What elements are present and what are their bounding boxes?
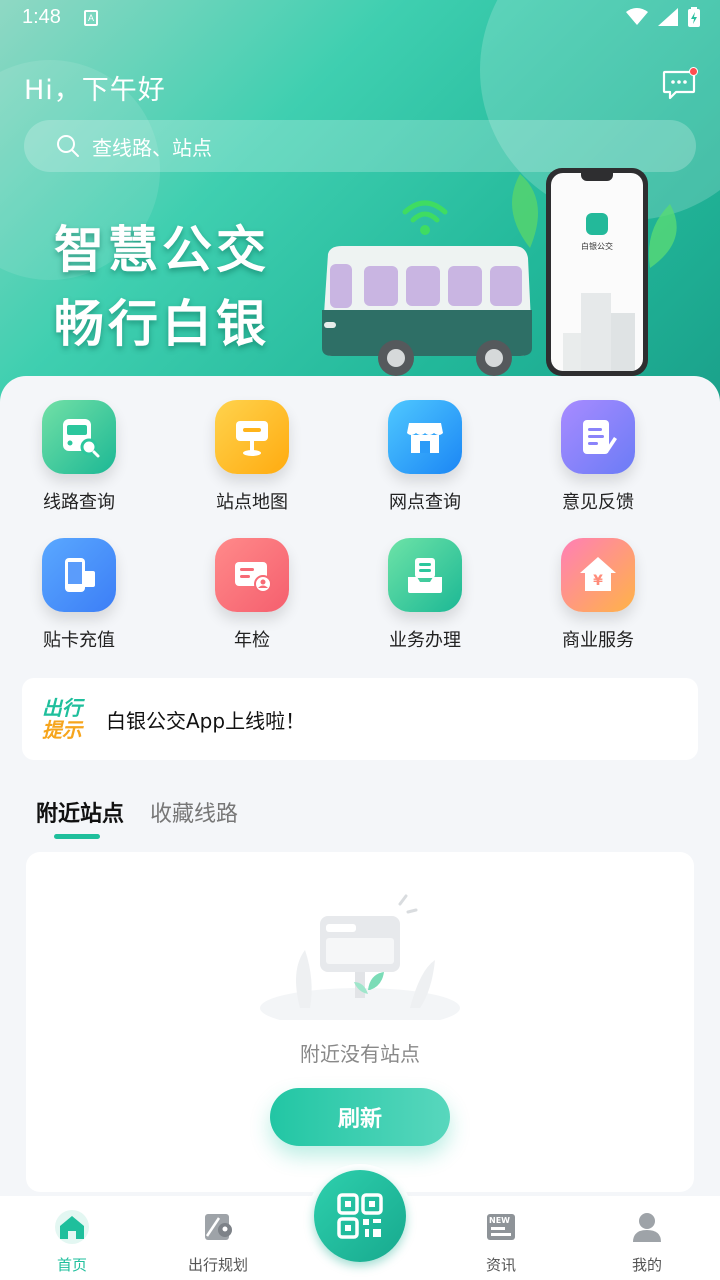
banner-slogan-line2: 畅行白银: [54, 295, 270, 353]
news-icon: NEW: [487, 1214, 515, 1240]
grid-item-outlet-query[interactable]: 网点查询: [340, 400, 510, 514]
notification-a-icon: A: [84, 10, 98, 26]
grid-label: 年检: [234, 630, 270, 651]
nav-home[interactable]: 首页: [17, 1210, 127, 1275]
travel-tip-badge: 出行 提示: [42, 697, 90, 741]
scan-qr-button[interactable]: [308, 1164, 412, 1268]
grid-label: 贴卡充值: [43, 630, 115, 651]
nav-label: 我的: [631, 1256, 662, 1274]
search-bar[interactable]: 查线路、站点: [24, 120, 696, 172]
grid-label: 网点查询: [389, 492, 461, 513]
nav-news[interactable]: NEW 资讯: [446, 1210, 556, 1275]
phone-card-icon: [42, 538, 116, 612]
status-time: 1:48: [22, 6, 61, 28]
battery-icon: [688, 7, 700, 27]
travel-notice[interactable]: 出行 提示 白银公交App上线啦！: [22, 678, 698, 760]
phone-illustration: 白银公交: [546, 168, 648, 376]
svg-text:¥: ¥: [593, 573, 603, 589]
grid-item-commercial-service[interactable]: ¥ 商业服务: [513, 538, 683, 652]
grid-label: 站点地图: [216, 492, 288, 513]
city-building: [611, 313, 635, 371]
grid-item-station-map[interactable]: 站点地图: [167, 400, 337, 514]
nav-trip-planning[interactable]: 出行规划: [163, 1210, 273, 1275]
grid-item-business-handling[interactable]: 业务办理: [340, 538, 510, 652]
nav-label: 出行规划: [187, 1256, 248, 1274]
city-building: [563, 333, 581, 371]
feedback-note-icon: [561, 400, 635, 474]
empty-message: 附近没有站点: [300, 1042, 420, 1066]
grid-item-route-query[interactable]: 线路查询: [0, 400, 164, 514]
grid-item-annual-inspection[interactable]: 年检: [167, 538, 337, 652]
grid-label: 商业服务: [562, 630, 634, 651]
nav-label: 资讯: [485, 1256, 516, 1274]
inbox-tray-icon: [388, 538, 462, 612]
city-building: [581, 293, 611, 371]
tab-nearby-stations[interactable]: 附近站点: [36, 796, 124, 839]
shop-yen-icon: ¥: [561, 538, 635, 612]
unread-dot: [689, 67, 698, 76]
badge-line1: 出行: [42, 696, 82, 720]
card-inspection-icon: [215, 538, 289, 612]
phone-screen: 白银公交: [551, 173, 643, 371]
grid-item-card-recharge[interactable]: 贴卡充值: [0, 538, 164, 652]
user-icon: [633, 1213, 661, 1242]
map-pin-icon: [205, 1214, 232, 1240]
refresh-button[interactable]: 刷新: [270, 1088, 450, 1146]
nav-mine[interactable]: 我的: [592, 1210, 702, 1275]
phone-notch: [581, 173, 613, 181]
qr-code-icon: [337, 1193, 383, 1239]
message-button[interactable]: [662, 67, 698, 100]
tab-favorite-routes[interactable]: 收藏线路: [150, 796, 238, 828]
grid-label: 线路查询: [43, 492, 115, 513]
phone-app-name: 白银公交: [581, 242, 613, 251]
grid-label: 业务办理: [389, 630, 461, 651]
grid-label: 意见反馈: [562, 492, 634, 513]
notice-text: 白银公交App上线啦！: [106, 708, 306, 733]
empty-state-card: 附近没有站点 刷新: [26, 852, 694, 1192]
svg-text:NEW: NEW: [489, 1216, 510, 1225]
greeting-text: Hi，下午好: [24, 75, 166, 106]
station-sign-icon: [215, 400, 289, 474]
bus-illustration-icon: [322, 246, 532, 376]
grid-item-feedback[interactable]: 意见反馈: [513, 400, 683, 514]
home-icon: [55, 1210, 89, 1244]
main-panel: 线路查询 站点地图 网点查询 意见反馈 贴卡充值 年检 业务办理 ¥ 商业服务 …: [0, 376, 720, 1206]
badge-line2: 提示: [42, 718, 82, 742]
search-placeholder: 查线路、站点: [92, 135, 212, 160]
empty-station-illustration-icon: [260, 894, 460, 1020]
wifi-signal-icon: [402, 200, 448, 235]
system-icons: [626, 7, 700, 27]
signal-icon: [658, 8, 678, 26]
status-bar: 1:48 A: [0, 0, 720, 36]
nav-label: 首页: [56, 1256, 87, 1274]
wifi-icon: [626, 8, 648, 25]
station-tabs: 附近站点 收藏线路: [36, 796, 238, 839]
app-logo-icon: [586, 213, 608, 235]
store-icon: [388, 400, 462, 474]
scan-button-inner: [314, 1170, 406, 1262]
search-icon: [57, 135, 79, 157]
bus-search-icon: [42, 400, 116, 474]
hero-banner: 1:48 A Hi，下午好 查线路、站点 智慧公交 畅行白银 白银公交: [0, 0, 720, 420]
banner-slogan-line1: 智慧公交: [54, 221, 270, 279]
